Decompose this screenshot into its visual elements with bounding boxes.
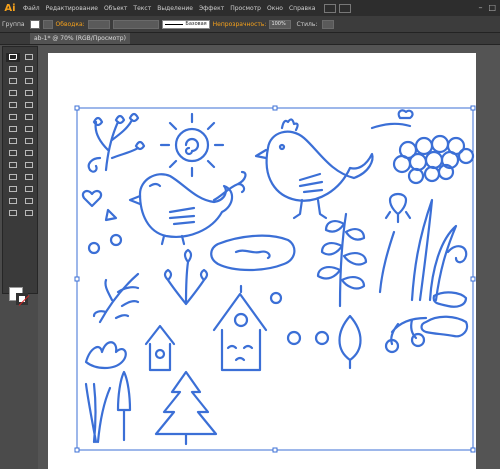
doodle-triangle: [104, 208, 118, 222]
doodle-berry-cluster: [392, 134, 475, 185]
doodle-berries-stem: [370, 109, 414, 130]
doodle-berry-3: [269, 291, 283, 305]
doodle-heart: [81, 189, 103, 208]
doodle-bird-2-beak: [128, 194, 142, 206]
doodle-birdhouse-small-hole: [154, 348, 166, 360]
doodle-bird-2-tail-sprig: [212, 170, 247, 202]
doodle-bird-2-eye: [148, 182, 162, 188]
doodle-reeds: [84, 382, 112, 444]
doodle-leaf: [338, 314, 362, 370]
doodle-small-capsules: [420, 291, 469, 338]
doodle-bird-1-legs: [292, 198, 328, 220]
doodle-cherry-2: [410, 332, 426, 348]
doodle-berry-4: [286, 330, 302, 346]
doodle-bird-1-eye: [278, 143, 286, 151]
doodle-bird-1-beak: [254, 148, 268, 160]
doodle-stem-right: [378, 230, 396, 294]
doodle-berry-1: [109, 233, 123, 247]
doodle-sun: [174, 127, 210, 163]
doodle-berry-5: [314, 330, 330, 346]
doodle-capsule: [210, 234, 296, 272]
doodle-birdhouse-dots: [226, 344, 254, 362]
doodle-flower-bush: [163, 248, 209, 306]
doodle-berry-2: [87, 241, 101, 255]
doodle-cattail: [116, 370, 132, 442]
doodle-bird-1-wing: [298, 172, 324, 194]
doodle-grass-swirl: [410, 198, 468, 302]
doodle-bird-1-crest: [280, 118, 299, 132]
doodle-birdhouse-hole: [233, 312, 249, 328]
selection-handles[interactable]: [74, 105, 476, 453]
doodle-birdhouse-small: [144, 324, 176, 372]
doodle-cherries-stem: [390, 316, 428, 346]
doodle-fir-tree: [154, 370, 218, 446]
doodle-lotus: [84, 341, 127, 370]
doodle-bell: [384, 192, 412, 224]
doodle-sun-rays: [159, 112, 225, 178]
doodle-sun-spiral: [184, 137, 200, 156]
doodle-illustrations: [81, 109, 475, 446]
doodle-bird-2-wing: [168, 206, 196, 226]
doodle-branch-left: [92, 272, 140, 324]
doodle-sprig-1: [87, 118, 140, 173]
artwork-layer: [74, 105, 476, 453]
